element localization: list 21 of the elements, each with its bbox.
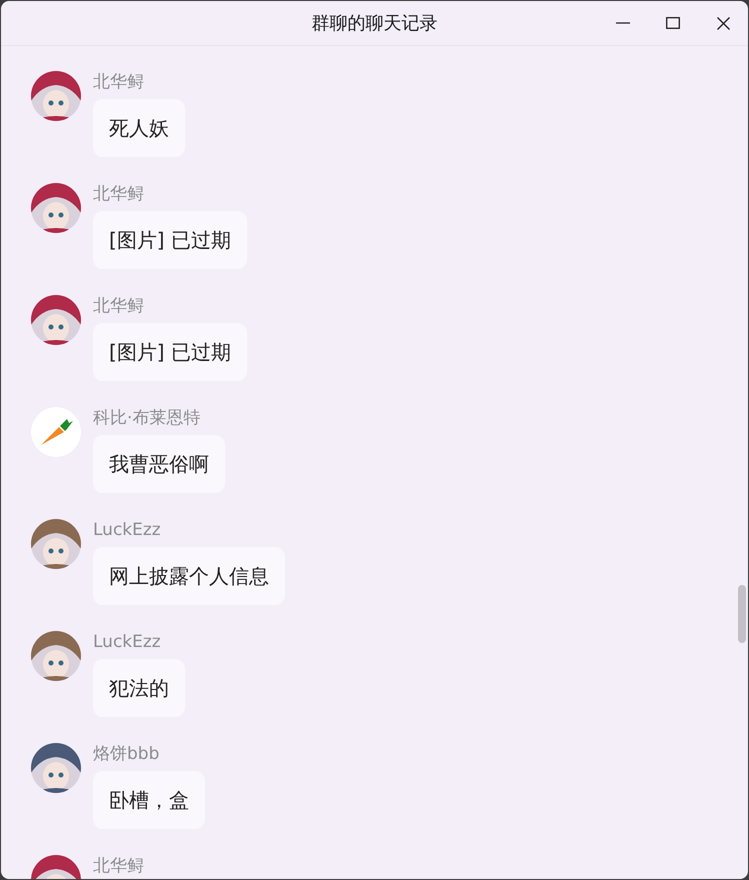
message-bubble: [图片] 已过期 [93,211,247,269]
sender-name: 烙饼bbb [93,743,160,765]
sender-name: 北华鲟 [93,855,144,877]
message-bubble: 我曹恶俗啊 [93,435,225,493]
message-bubble: 网上披露个人信息 [93,547,285,605]
message-bubble: [图片] 已过期 [93,323,247,381]
sender-name: 北华鲟 [93,71,145,93]
sender-name: 科比·布莱恩特 [93,407,202,429]
message-bubble: 死人妖 [93,99,185,157]
message-bubble: 卧槽，盒 [93,771,205,829]
sender-name: LuckEzz [93,519,162,541]
close-icon [716,16,730,30]
sender-name: 北华鲟 [93,183,145,205]
minimize-icon [615,22,631,24]
scrollbar-thumb[interactable] [738,585,746,643]
carrot-icon [31,407,81,457]
window-title: 群聊的聊天记录 [312,12,438,35]
maximize-icon [666,17,680,29]
sender-name: LuckEzz [93,631,162,653]
message-bubble: 犯法的 [93,659,185,717]
sender-name: 北华鲟 [93,295,145,317]
